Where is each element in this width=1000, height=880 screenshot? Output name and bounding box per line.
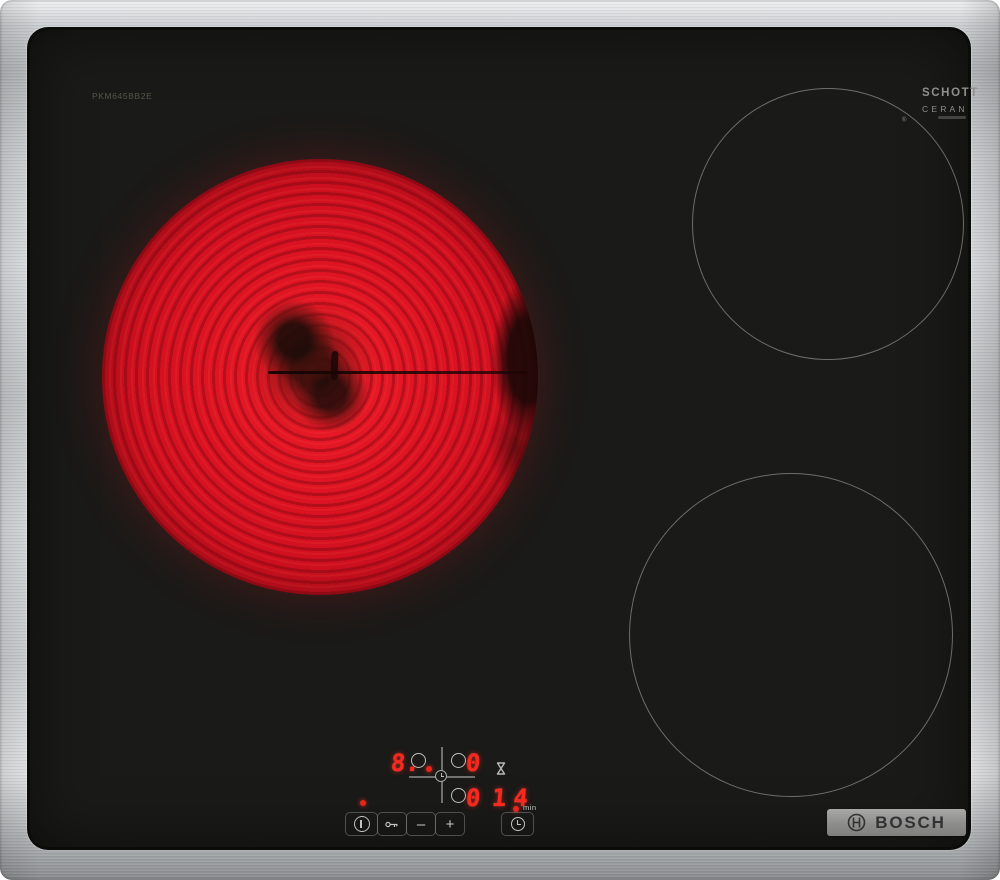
minus-label: – [416, 815, 426, 833]
increase-button[interactable]: + [435, 812, 465, 836]
model-number-label: PKM645BB2E [92, 91, 153, 101]
timer-button[interactable] [501, 812, 534, 836]
child-lock-button[interactable] [377, 812, 407, 836]
key-icon [385, 821, 398, 827]
left-zone-indicator-icon [411, 753, 426, 768]
bottom-right-zone-power-display: 0 [464, 784, 482, 812]
heating-zone-top-right [692, 88, 964, 360]
bosch-wordmark: BOSCH [875, 812, 946, 832]
touch-control-strip: – + [345, 812, 465, 836]
top-right-zone-power-display: 0 [464, 749, 482, 777]
hob-steel-frame: PKM645BB2E SCHOTT CERAN® 8. 0 0 14 min –… [0, 0, 1000, 880]
plus-label: + [445, 815, 455, 833]
clock-icon [510, 817, 525, 831]
heating-zone-bottom-right [629, 473, 953, 797]
power-indicator-dot [360, 800, 366, 806]
decrease-button[interactable]: – [406, 812, 436, 836]
schott-line2: CERAN [922, 103, 968, 114]
bottom-right-zone-indicator-icon [451, 788, 466, 803]
mini-clock-icon [435, 770, 447, 782]
bosch-badge: BOSCH [827, 809, 966, 836]
timer-unit-label: min [523, 803, 537, 812]
left-zone-heat-dot [426, 766, 432, 772]
heater-element-bar [267, 370, 528, 374]
heating-zone-left-active [102, 159, 538, 595]
standby-power-icon [353, 816, 370, 832]
heater-element-pin [330, 350, 339, 380]
power-button[interactable] [345, 812, 378, 836]
top-right-zone-indicator-icon [451, 753, 466, 768]
schott-line1: SCHOTT [922, 87, 979, 99]
schott-subtext-bar [938, 116, 966, 119]
ceramic-glass-surface: PKM645BB2E SCHOTT CERAN® [30, 30, 979, 847]
hourglass-icon [496, 762, 506, 775]
bosch-logo-icon [847, 813, 866, 832]
